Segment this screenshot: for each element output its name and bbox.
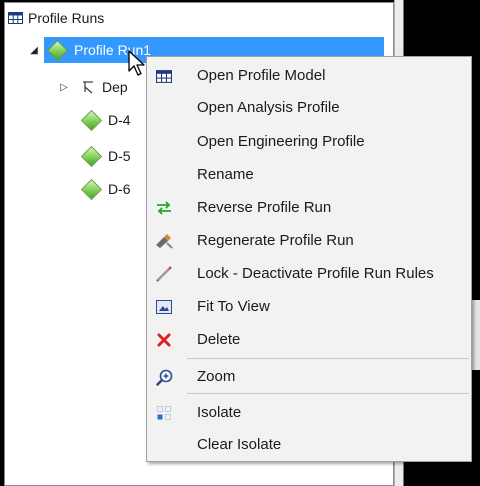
menu-item-label: Isolate <box>197 404 242 421</box>
tree-item-d4[interactable]: D-4 <box>78 108 131 132</box>
menu-item-clear-isolate[interactable]: Clear Isolate <box>147 429 471 460</box>
tree-root-label: Profile Runs <box>28 10 105 26</box>
tree-item-d5[interactable]: D-5 <box>78 144 131 168</box>
mouse-pointer-icon <box>128 50 145 76</box>
regenerate-icon <box>155 232 173 250</box>
menu-item-label: Fit To View <box>197 298 270 315</box>
grid-icon <box>155 67 173 85</box>
expand-triangle-icon[interactable]: ▷ <box>58 82 70 93</box>
menu-item-rename[interactable]: Rename <box>147 159 471 190</box>
fit-to-view-icon <box>155 298 173 316</box>
grid-icon <box>8 12 23 24</box>
menu-item-label: Clear Isolate <box>197 436 282 453</box>
isolate-icon <box>155 404 173 422</box>
menu-separator <box>187 393 469 394</box>
tree-root-profile-runs[interactable]: Profile Runs <box>8 6 104 30</box>
menu-item-open-engineering-profile[interactable]: Open Engineering Profile <box>147 126 471 157</box>
menu-separator <box>187 358 469 359</box>
menu-item-label: Delete <box>197 331 241 348</box>
lock-pencil-icon <box>155 265 173 283</box>
menu-item-label: Zoom <box>197 368 236 385</box>
tree-item-label: D-4 <box>108 112 131 128</box>
menu-item-regenerate-profile-run[interactable]: Regenerate Profile Run <box>147 225 471 256</box>
diamond-icon <box>80 109 103 131</box>
menu-item-label: Open Engineering Profile <box>197 133 365 150</box>
menu-item-isolate[interactable]: Isolate <box>147 397 471 428</box>
menu-item-label: Regenerate Profile Run <box>197 232 354 249</box>
reverse-arrows-icon <box>155 199 173 217</box>
menu-item-delete[interactable]: Delete <box>147 324 471 355</box>
tree-item-d6[interactable]: D-6 <box>78 177 131 201</box>
context-menu: Open Profile Model Open Analysis Profile… <box>146 56 472 462</box>
menu-item-open-profile-model[interactable]: Open Profile Model <box>147 60 471 91</box>
menu-item-fit-to-view[interactable]: Fit To View <box>147 291 471 322</box>
menu-item-label: Lock - Deactivate Profile Run Rules <box>197 265 434 282</box>
zoom-icon <box>155 368 173 386</box>
menu-item-lock-deactivate-rules[interactable]: Lock - Deactivate Profile Run Rules <box>147 258 471 289</box>
menu-item-label: Reverse Profile Run <box>197 199 332 216</box>
delete-x-icon <box>155 331 173 349</box>
menu-item-reverse-profile-run[interactable]: Reverse Profile Run <box>147 192 471 223</box>
diamond-icon <box>46 39 69 61</box>
tree-item-label: D-6 <box>108 181 131 197</box>
menu-item-zoom[interactable]: Zoom <box>147 361 471 392</box>
menu-item-open-analysis-profile[interactable]: Open Analysis Profile <box>147 92 471 123</box>
diamond-icon <box>80 178 103 200</box>
menu-item-label: Rename <box>197 166 254 183</box>
tree-item-label: D-5 <box>108 148 131 164</box>
menu-item-label: Open Profile Model <box>197 67 326 84</box>
menu-item-label: Open Analysis Profile <box>197 99 340 116</box>
tree-item-dep[interactable]: ▷ Dep <box>60 75 128 99</box>
diamond-icon <box>80 145 103 167</box>
collapse-triangle-icon[interactable]: ◢ <box>28 45 40 56</box>
tree-item-label: Dep <box>102 79 128 95</box>
dependency-icon <box>83 81 93 94</box>
